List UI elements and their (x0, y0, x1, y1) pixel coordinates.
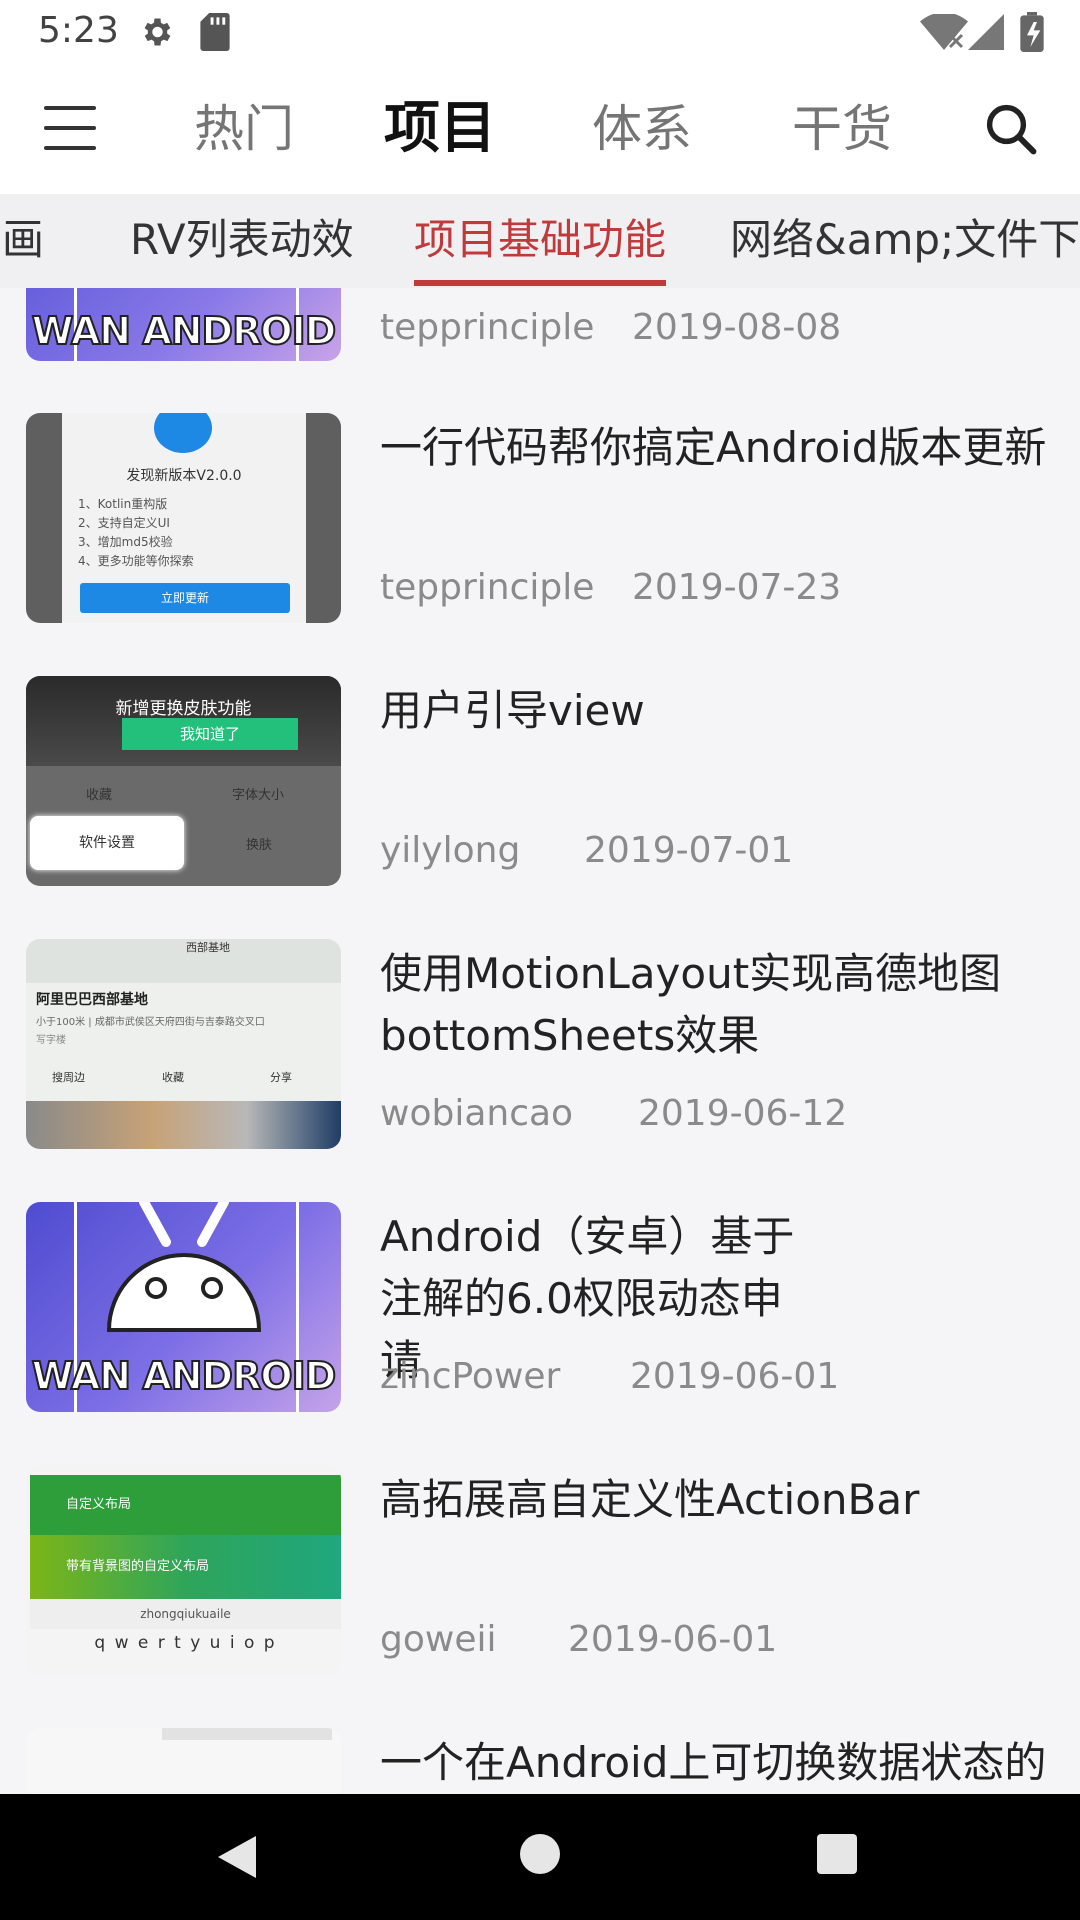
item-title: 使用MotionLayout实现高德地图bottomSheets效果 (380, 949, 1002, 1060)
item-date: 2019-06-12 (638, 1093, 848, 1134)
item-author: tepprinciple (380, 567, 595, 608)
home-icon[interactable] (520, 1834, 560, 1874)
article-list: WAN ANDROID tepprinciple 2019-08-08 发现新版… (0, 288, 1080, 1794)
project-thumbnail: 西部基地 阿里巴巴西部基地 小于100米 | 成都市武侯区天府四街与吉泰路交叉口… (26, 939, 341, 1149)
item-date: 2019-06-01 (568, 1619, 778, 1660)
thumb-map-action: 收藏 (162, 1071, 184, 1084)
active-tab-indicator (414, 280, 666, 286)
system-navigation-bar (0, 1794, 1080, 1920)
status-time: 5:23 (38, 10, 119, 51)
thumb-update-button: 立即更新 (80, 583, 290, 613)
tab-system[interactable]: 体系 (592, 94, 692, 164)
sub-tab-network-download[interactable]: 网络&amp;文件下载 (730, 214, 1080, 266)
settings-gear-icon (144, 18, 171, 46)
android-robot-icon (106, 1202, 262, 1332)
project-category-tabs: 画 RV列表动效 项目基础功能 网络&amp;文件下载 (0, 194, 1080, 288)
back-icon[interactable] (216, 1834, 258, 1880)
list-item[interactable]: 一个在Android上可切换数据状态的 (0, 1728, 1080, 1794)
thumb-update-lines: 1、Kotlin重构版 2、支持自定义UI 3、增加md5校验 4、更多功能等你… (78, 497, 194, 568)
thumb-map-action: 搜周边 (52, 1071, 85, 1084)
project-thumbnail (26, 1728, 341, 1794)
item-author: zincPower (380, 1356, 561, 1397)
thumb-map-action: 分享 (270, 1071, 292, 1084)
thumb-guide-button: 我知道了 (122, 718, 298, 750)
project-thumbnail: 自定义布局 带有背景图的自定义布局 zhongqiukuaile q w e r… (26, 1465, 341, 1675)
thumb-update-title: 发现新版本V2.0.0 (126, 468, 242, 484)
item-author: wobiancao (380, 1093, 574, 1134)
thumb-guide-cell: 收藏 (86, 788, 113, 803)
thumb-map-tag: 写字楼 (36, 1035, 66, 1046)
thumb-wan-android-text: WAN ANDROID (31, 308, 338, 354)
item-author: tepprinciple (380, 307, 595, 348)
tab-dry-goods[interactable]: 干货 (792, 94, 892, 164)
top-app-bar: 热门 项目 体系 干货 (0, 64, 1080, 194)
item-date: 2019-07-01 (584, 830, 794, 871)
thumb-actionbar-keys: q w e r t y u i o p (94, 1633, 277, 1653)
cell-signal-icon (968, 14, 1004, 50)
item-date: 2019-06-01 (630, 1356, 840, 1397)
tab-hot[interactable]: 热门 (194, 94, 294, 164)
item-author: yilylong (380, 830, 521, 871)
thumb-map-sub: 小于100米 | 成都市武侯区天府四街与吉泰路交叉口 (36, 1017, 265, 1028)
battery-icon (1020, 12, 1044, 52)
project-thumbnail: 发现新版本V2.0.0 1、Kotlin重构版 2、支持自定义UI 3、增加md… (26, 413, 341, 623)
item-title: 一行代码帮你搞定Android版本更新 (380, 423, 1047, 472)
sub-tab-animation[interactable]: 画 (2, 214, 44, 266)
thumb-guide-cell: 软件设置 (30, 816, 184, 870)
project-thumbnail: 新增更换皮肤功能 我知道了 收藏 字体大小 软件设置 换肤 (26, 676, 341, 886)
thumb-guide-cell: 换肤 (246, 838, 273, 853)
thumb-guide-cell: 字体大小 (232, 788, 285, 803)
thumb-actionbar-row: 带有背景图的自定义布局 (30, 1535, 341, 1599)
thumb-actionbar-input: zhongqiukuaile (30, 1599, 341, 1629)
list-item[interactable]: 发现新版本V2.0.0 1、Kotlin重构版 2、支持自定义UI 3、增加md… (0, 413, 1080, 676)
item-author: goweii (380, 1619, 497, 1660)
menu-icon[interactable] (44, 106, 96, 152)
project-thumbnail: WAN ANDROID (26, 288, 341, 361)
tab-project[interactable]: 项目 (384, 94, 496, 164)
wifi-icon (920, 14, 968, 50)
thumb-map-top: 西部基地 (186, 941, 230, 954)
list-item[interactable]: 自定义布局 带有背景图的自定义布局 zhongqiukuaile q w e r… (0, 1465, 1080, 1728)
list-item[interactable]: WAN ANDROID Android（安卓）基于注解的6.0权限动态申请 zi… (0, 1202, 1080, 1465)
list-item[interactable]: 西部基地 阿里巴巴西部基地 小于100米 | 成都市武侯区天府四街与吉泰路交叉口… (0, 939, 1080, 1202)
sd-card-icon (200, 13, 230, 51)
item-title: 高拓展高自定义性ActionBar (380, 1475, 920, 1524)
sub-tab-basic-features[interactable]: 项目基础功能 (414, 214, 666, 266)
item-title: 一个在Android上可切换数据状态的 (380, 1738, 1047, 1787)
sub-tab-rv-animation[interactable]: RV列表动效 (130, 214, 354, 266)
recent-apps-icon[interactable] (817, 1834, 857, 1874)
thumb-map-title: 阿里巴巴西部基地 (36, 992, 148, 1008)
item-title: 用户引导view (380, 686, 645, 735)
search-icon[interactable] (984, 102, 1038, 156)
item-date: 2019-07-23 (632, 567, 842, 608)
item-date: 2019-08-08 (632, 307, 842, 348)
list-item[interactable]: 新增更换皮肤功能 我知道了 收藏 字体大小 软件设置 换肤 用户引导view y… (0, 676, 1080, 939)
thumb-wan-android-text: WAN ANDROID (31, 1353, 338, 1399)
project-thumbnail: WAN ANDROID (26, 1202, 341, 1412)
thumb-guide-banner: 新增更换皮肤功能 (115, 699, 252, 719)
thumb-actionbar-row: 自定义布局 (30, 1475, 341, 1535)
status-bar: 5:23 (0, 0, 1080, 64)
